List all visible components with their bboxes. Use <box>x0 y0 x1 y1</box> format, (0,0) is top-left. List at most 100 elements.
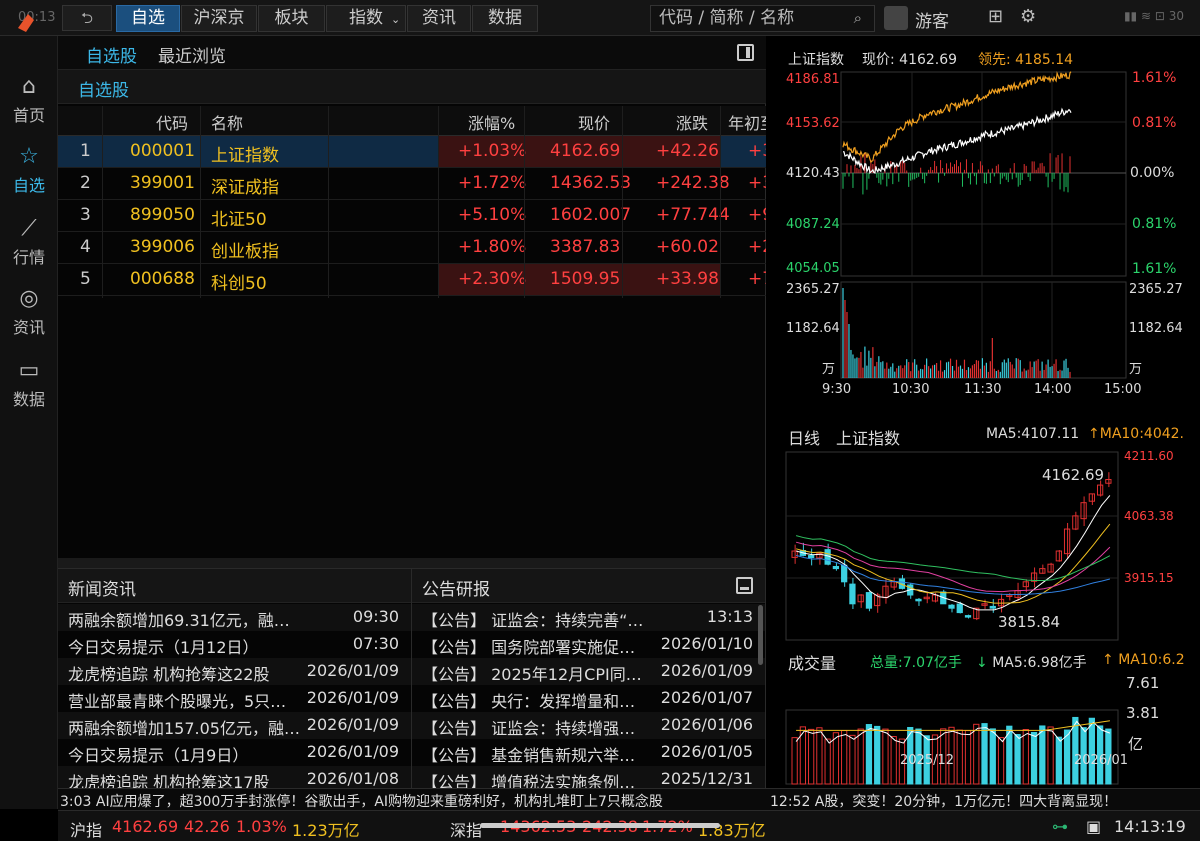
gear-icon[interactable]: ⚙ <box>1020 6 1036 27</box>
news-item[interactable]: 两融余额增加69.31亿元，融… 09:30 <box>58 604 411 631</box>
tab-markets[interactable]: 沪深京 <box>181 5 257 32</box>
tab-indices-label: 指数 <box>349 8 383 28</box>
col-chg[interactable]: 涨跌 <box>676 110 708 134</box>
volume-bar <box>956 729 963 785</box>
sidebar-item-label: 资讯 <box>12 318 45 337</box>
sidebar-item-news[interactable]: ◎ 资讯 <box>0 286 58 338</box>
row-rank: 2 <box>80 173 91 193</box>
tab-data[interactable]: 数据 <box>472 5 538 32</box>
announcement-item[interactable]: 【公告】 2025年12月CPI同… 2026/01/09 <box>412 658 765 685</box>
daily-ma10: ↑MA10:4042. <box>1088 426 1185 442</box>
news-date: 2026/01/09 <box>306 661 399 680</box>
ticker-left[interactable]: 3:03 AI应用爆了，超300万手封涨停！谷歌出手，AI购物迎来重磅利好，机构… <box>60 791 663 811</box>
divider <box>438 106 439 298</box>
volume-bar <box>874 725 881 785</box>
grid-icon[interactable]: ⊞ <box>988 6 1003 27</box>
row-change: +77.744 <box>656 205 730 225</box>
volume-bar <box>890 736 897 785</box>
tab-indices[interactable]: 指数 ⌄ <box>326 5 406 32</box>
sidebar-item-data[interactable]: ▭ 数据 <box>0 358 58 410</box>
home-indicator[interactable] <box>480 823 720 828</box>
search-input[interactable]: 代码 / 简称 / 名称 ⌕ <box>650 5 875 32</box>
news-item[interactable]: 两融余额增加157.05亿元，融… 2026/01/09 <box>58 712 411 739</box>
news-date: 2026/01/09 <box>306 688 399 707</box>
news-item[interactable]: 龙虎榜追踪 机构抢筹这22股 2026/01/09 <box>58 658 411 685</box>
tab-sectors[interactable]: 板块 <box>258 5 325 32</box>
back-button[interactable]: ⮌ <box>62 5 112 31</box>
candle <box>791 550 798 558</box>
time-tick: 14:00 <box>1034 382 1072 397</box>
col-price[interactable]: 现价 <box>578 110 610 134</box>
divider <box>622 106 623 298</box>
announcement-item[interactable]: 【公告】 证监会：持续增强… 2026/01/06 <box>412 712 765 739</box>
row-change: +242.38 <box>656 173 730 193</box>
news-item[interactable]: 营业部最青睐个股曝光，5只… 2026/01/09 <box>58 685 411 712</box>
app-window: 00:13 ⮌ 自选 沪深京 板块 指数 ⌄ 资讯 数据 代码 / 简称 / 名称… <box>0 0 1200 841</box>
vol-axis-tick: 7.61 <box>1126 674 1160 692</box>
row-change: +42.26 <box>656 141 719 161</box>
announcement-date: 13:13 <box>706 607 753 626</box>
search-icon[interactable]: ⌕ <box>854 6 862 31</box>
sidebar-item-label: 行情 <box>12 248 45 267</box>
tab-news[interactable]: 资讯 <box>407 5 471 32</box>
announcement-item[interactable]: 【公告】 央行：发挥增量和… 2026/01/07 <box>412 685 765 712</box>
col-pct[interactable]: 涨幅% <box>468 110 515 134</box>
volume-bar <box>816 727 823 785</box>
sidebar-item-watchlist[interactable]: ☆ 自选 <box>0 144 58 196</box>
announcements-panel: 公告研报 【公告】 证监会：持续完善“… 13:13 【公告】 国务院部署实施促… 2… <box>412 568 766 793</box>
table-row[interactable]: 1 000001 上证指数 +1.03% 4162.69 +42.26 +3 <box>58 136 773 168</box>
link-icon[interactable]: ⊶ <box>1052 817 1068 836</box>
row-price: 4162.69 <box>550 141 621 161</box>
table-row[interactable]: 5 000688 科创50 +2.30% 1509.95 +33.98 +7 <box>58 264 773 296</box>
sh-percent: 1.03% <box>236 817 287 836</box>
panel-toggle-icon[interactable] <box>737 44 754 61</box>
volume-total: 总量:7.07亿手 <box>870 655 962 671</box>
announcement-item[interactable]: 【公告】 证监会：持续完善“… 13:13 <box>412 604 765 631</box>
vol-unit: 万 <box>1129 362 1143 377</box>
volume-title: 成交量 <box>788 654 837 673</box>
minimize-icon[interactable] <box>736 577 753 594</box>
row-rank: 5 <box>80 269 91 289</box>
news-item[interactable]: 今日交易提示（1月9日） 2026/01/09 <box>58 739 411 766</box>
scrollbar[interactable] <box>758 605 763 665</box>
news-date: 07:30 <box>352 634 399 653</box>
sidebar-item-label: 自选 <box>12 176 45 195</box>
news-item[interactable]: 今日交易提示（1月12日） 07:30 <box>58 631 411 658</box>
news-ticker[interactable]: 3:03 AI应用爆了，超300万手封涨停！谷歌出手，AI购物迎来重磅利好，机构… <box>58 788 1200 810</box>
avatar[interactable] <box>884 6 908 30</box>
table-row[interactable]: 2 399001 深证成指 +1.72% 14362.53 +242.38 +3 <box>58 168 773 200</box>
chart-icon: ⟋ <box>21 216 37 241</box>
message-icon[interactable]: ▣ <box>1086 817 1101 836</box>
table-row[interactable]: 4 399006 创业板指 +1.80% 3387.83 +60.02 +2 <box>58 232 773 264</box>
pct-tick: 0.81% <box>1132 216 1177 232</box>
col-name[interactable]: 名称 <box>211 110 243 134</box>
tab-recent[interactable]: 最近浏览 <box>158 42 226 67</box>
candle <box>849 583 856 605</box>
volume-bar <box>849 734 856 785</box>
user-name[interactable]: 游客 <box>915 7 949 32</box>
announcement-headline: 【公告】 央行：发挥增量和… <box>422 692 636 711</box>
table-row[interactable]: 3 899050 北证50 +5.10% 1602.007 +77.744 +9 <box>58 200 773 232</box>
horizontal-scrollbar[interactable] <box>58 558 766 568</box>
watchlist-tabs: 自选股 最近浏览 <box>58 36 766 70</box>
watchlist-group[interactable]: 自选股 <box>58 70 766 104</box>
row-name: 上证指数 <box>211 146 279 166</box>
ticker-right[interactable]: 12:52 A股，突变！20分钟，1万亿元！四大背离显现！ <box>770 791 1117 811</box>
sz-label[interactable]: 深指 <box>450 817 482 841</box>
news-headline: 今日交易提示（1月9日） <box>68 746 249 765</box>
daily-title[interactable]: 日线 <box>788 425 820 449</box>
sidebar-item-quotes[interactable]: ⟋ 行情 <box>0 216 58 268</box>
volume-ma10: ↑ MA10:6.2 <box>1102 652 1185 668</box>
battery-level: 30 <box>1168 9 1184 23</box>
col-code[interactable]: 代码 <box>156 110 188 134</box>
announcement-date: 2025/12/31 <box>660 769 753 788</box>
announcement-item[interactable]: 【公告】 基金销售新规六举… 2026/01/05 <box>412 739 765 766</box>
daily-name: 上证指数 <box>836 429 901 448</box>
sidebar-item-home[interactable]: ⌂ 首页 <box>0 74 58 126</box>
sh-label[interactable]: 沪指 <box>70 817 102 841</box>
announcement-item[interactable]: 【公告】 国务院部署实施促… 2026/01/10 <box>412 631 765 658</box>
tab-my-stocks[interactable]: 自选股 <box>86 42 137 67</box>
tab-watchlist[interactable]: 自选 <box>116 5 180 32</box>
announcement-headline: 【公告】 证监会：持续增强… <box>422 719 636 738</box>
volume-bar <box>1030 731 1038 785</box>
